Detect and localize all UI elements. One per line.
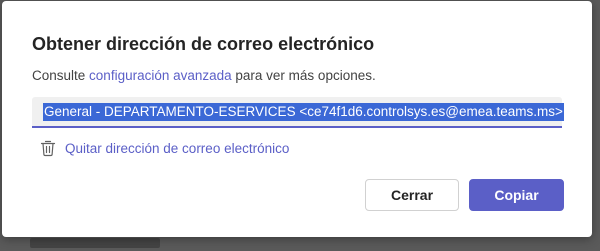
remove-email-button[interactable]: Quitar dirección de correo electrónico — [40, 138, 289, 158]
close-button[interactable]: Cerrar — [365, 179, 459, 211]
advanced-settings-link[interactable]: configuración avanzada — [89, 68, 232, 83]
trash-icon — [40, 140, 56, 157]
dialog-subtitle: Consulte configuración avanzada para ver… — [32, 68, 376, 83]
background-text — [30, 238, 160, 248]
get-email-dialog: Obtener dirección de correo electrónico … — [2, 1, 592, 237]
email-address-field[interactable]: General - DEPARTAMENTO-ESERVICES <ce74f1… — [32, 97, 564, 128]
subtitle-suffix: para ver más opciones. — [231, 68, 376, 83]
dialog-title: Obtener dirección de correo electrónico — [32, 34, 375, 54]
remove-email-label: Quitar dirección de correo electrónico — [65, 140, 290, 156]
email-address-value[interactable]: General - DEPARTAMENTO-ESERVICES <ce74f1… — [43, 103, 564, 121]
copy-button[interactable]: Copiar — [469, 179, 564, 211]
subtitle-prefix: Consulte — [32, 68, 90, 83]
